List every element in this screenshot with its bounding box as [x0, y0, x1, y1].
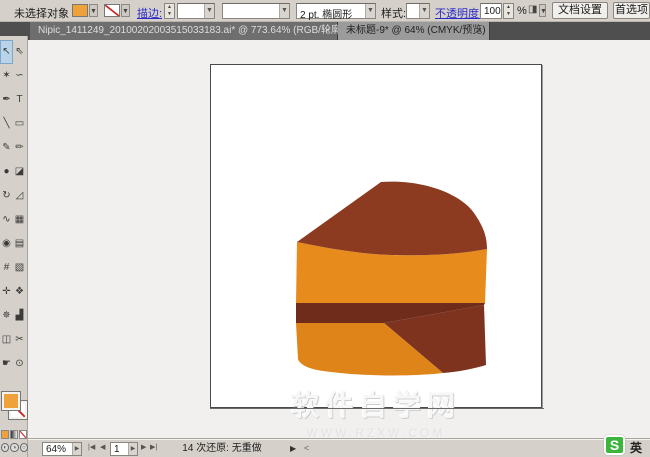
statusbar-grip: <	[304, 443, 309, 453]
style-label: 样式:	[381, 5, 406, 21]
paintbrush-tool[interactable]: ✎	[0, 136, 13, 160]
first-artboard-button[interactable]: |◀	[88, 443, 95, 451]
variable-width-profile-combo[interactable]: ▼	[222, 3, 290, 19]
document-tab-label: 未标题-9* @ 64% (CMYK/预览)	[346, 25, 486, 36]
fill-stroke-indicator	[1, 392, 28, 426]
illustrator-window: 未选择对象 ▼ ▼ 描边: ▲▼ ▼ ▼ 2 pt. 椭圆形 ▼ 样式: ▼ 不…	[0, 0, 650, 457]
line-segment-tool[interactable]: ╲	[0, 112, 13, 136]
pen-tool[interactable]: ✒	[0, 88, 13, 112]
opacity-panel-link[interactable]: 不透明度:	[435, 5, 482, 21]
close-icon[interactable]: ×	[474, 25, 485, 36]
ime-language-label[interactable]: 英	[630, 439, 642, 456]
blend-tool[interactable]: ❖	[13, 280, 26, 304]
stroke-color-swatch[interactable]	[104, 4, 120, 17]
rectangle-tool[interactable]: ▭	[13, 112, 26, 136]
artboard-tool[interactable]: ◫	[0, 328, 13, 352]
fill-dropdown-icon[interactable]: ▼	[89, 4, 98, 17]
chevron-down-icon[interactable]: ▶	[128, 443, 137, 455]
color-type-buttons	[1, 430, 28, 439]
document-tab-label: Nipic_1411249_20100202003515033183.ai* @…	[38, 25, 344, 36]
zoom-level-combo[interactable]: 64% ▶	[42, 442, 82, 456]
stroke-panel-link[interactable]: 描边:	[137, 5, 162, 21]
document-tab-bar: Nipic_1411249_20100202003515033183.ai* @…	[0, 22, 650, 40]
scale-tool[interactable]: ◿	[13, 184, 26, 208]
close-icon[interactable]: ×	[322, 25, 333, 36]
percent-label: %	[517, 5, 527, 17]
pencil-tool[interactable]: ✏	[13, 136, 26, 160]
status-bar: 64% ▶ |◀ ◀ 1 ▶ ▶ ▶| 14 次还原: 无重做 ▶ <	[28, 439, 650, 457]
draw-normal-mode-icon[interactable]: ◐	[1, 443, 9, 452]
preferences-button[interactable]: 首选项	[613, 2, 650, 19]
direct-selection-tool[interactable]: ⇖	[13, 40, 26, 64]
undo-status-display: 14 次还原: 无重做	[156, 442, 288, 456]
stroke-dropdown-icon[interactable]: ▼	[121, 4, 130, 17]
none-button[interactable]	[19, 430, 27, 439]
style-combo[interactable]: ▼	[406, 3, 430, 19]
select-similar-objects-icon[interactable]: ◨	[528, 4, 537, 15]
type-tool[interactable]: T	[13, 88, 26, 112]
hand-tool[interactable]: ☛	[0, 352, 13, 376]
tools-panel: ↖⇖✶∽✒T╲▭✎✏●◪↻◿∿▦◉▤#▧✛❖✵▟◫✂☛⊙ ◐ ◑ ○	[0, 36, 28, 457]
width-tool[interactable]: ∿	[0, 208, 13, 232]
draw-behind-mode-icon[interactable]: ◑	[10, 443, 18, 452]
mesh-tool[interactable]: #	[0, 256, 13, 280]
selection-status-label: 未选择对象	[14, 5, 69, 21]
document-setup-button[interactable]: 文档设置	[552, 2, 608, 19]
status-flyout-icon[interactable]: ▶	[290, 444, 296, 453]
slice-tool[interactable]: ✂	[13, 328, 26, 352]
eyedropper-tool[interactable]: ✛	[0, 280, 13, 304]
cake-top	[297, 182, 487, 256]
opacity-stepper[interactable]: ▲▼	[503, 3, 514, 19]
symbol-sprayer-tool[interactable]: ✵	[0, 304, 13, 328]
zoom-tool[interactable]: ⊙	[13, 352, 26, 376]
artboard-number-value: 1	[114, 444, 120, 455]
next-artboard-button[interactable]: ▶	[141, 443, 146, 451]
eraser-tool[interactable]: ◪	[13, 160, 26, 184]
color-button[interactable]	[1, 430, 9, 439]
brush-definition-value: 2 pt. 椭圆形	[300, 6, 352, 21]
chevron-down-icon[interactable]: ▼	[419, 4, 429, 18]
ime-indicator: S 英	[604, 433, 650, 457]
rotate-tool[interactable]: ↻	[0, 184, 13, 208]
watermark-url: WWW.RZXW.COM	[210, 426, 542, 439]
sogou-input-icon[interactable]: S	[604, 435, 625, 455]
screen-mode-buttons: ◐ ◑ ○	[1, 443, 28, 452]
shape-builder-tool[interactable]: ◉	[0, 232, 13, 256]
select-similar-dropdown-icon[interactable]: ▼	[539, 4, 546, 17]
lasso-tool[interactable]: ∽	[13, 64, 26, 88]
fill-swatch-large[interactable]	[2, 392, 20, 410]
zoom-level-value: 64%	[46, 444, 66, 455]
tool-grid: ↖⇖✶∽✒T╲▭✎✏●◪↻◿∿▦◉▤#▧✛❖✵▟◫✂☛⊙	[0, 40, 28, 376]
artboard[interactable]	[210, 64, 542, 408]
stroke-weight-stepper[interactable]: ▲▼	[164, 3, 175, 19]
document-tab-active[interactable]: Nipic_1411249_20100202003515033183.ai* @…	[30, 22, 338, 40]
chevron-down-icon[interactable]: ▼	[279, 4, 289, 18]
chevron-down-icon[interactable]: ▼	[365, 4, 375, 18]
opacity-value: 100	[484, 6, 501, 17]
fill-color-swatch[interactable]	[72, 4, 88, 17]
canvas-area[interactable]: 软件自学网 WWW.RZXW.COM	[28, 40, 650, 439]
chevron-down-icon[interactable]: ▼	[204, 4, 214, 18]
selection-tool[interactable]: ↖	[0, 40, 13, 64]
artboard-bottom-edge	[210, 408, 544, 409]
artboard-number-combo[interactable]: 1 ▶	[110, 442, 138, 456]
gradient-tool[interactable]: ▧	[13, 256, 26, 280]
draw-inside-mode-icon[interactable]: ○	[20, 443, 28, 452]
brush-definition-combo[interactable]: 2 pt. 椭圆形 ▼	[296, 3, 376, 19]
perspective-grid-tool[interactable]: ▤	[13, 232, 26, 256]
column-graph-tool[interactable]: ▟	[13, 304, 26, 328]
free-transform-tool[interactable]: ▦	[13, 208, 26, 232]
previous-artboard-button[interactable]: ◀	[100, 443, 105, 451]
chevron-down-icon[interactable]: ▶	[72, 443, 81, 455]
magic-wand-tool[interactable]: ✶	[0, 64, 13, 88]
opacity-input[interactable]: 100	[480, 3, 502, 19]
cake-illustration[interactable]	[211, 65, 543, 409]
blob-brush-tool[interactable]: ●	[0, 160, 13, 184]
control-bar: 未选择对象 ▼ ▼ 描边: ▲▼ ▼ ▼ 2 pt. 椭圆形 ▼ 样式: ▼ 不…	[0, 0, 650, 22]
stroke-weight-combo[interactable]: ▼	[177, 3, 215, 19]
document-tab-inactive[interactable]: 未标题-9* @ 64% (CMYK/预览) ×	[338, 22, 490, 40]
gradient-button[interactable]	[10, 430, 18, 439]
